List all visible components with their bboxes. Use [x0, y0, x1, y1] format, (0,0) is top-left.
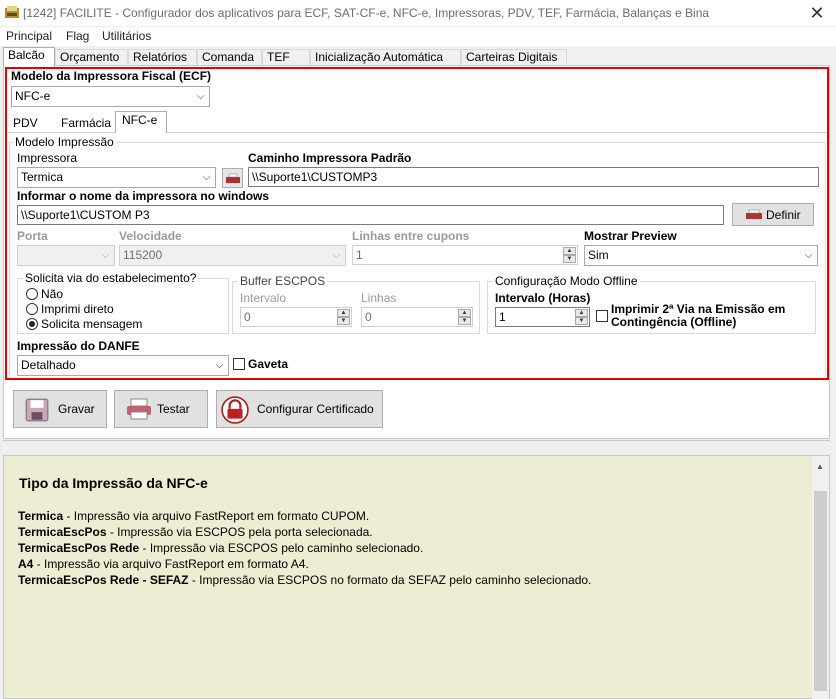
subtab-nfce[interactable]: NFC-e — [115, 111, 167, 133]
gravar-button[interactable]: Gravar — [13, 390, 107, 428]
testar-label: Testar — [157, 402, 190, 416]
scroll-up-icon[interactable]: ▲ — [816, 462, 824, 471]
tab-relatorios[interactable]: Relatórios — [128, 49, 197, 66]
close-icon[interactable]: ✕ — [802, 2, 832, 24]
tab-balcao[interactable]: Balcão — [3, 47, 55, 67]
info-line: A4 - Impressão via arquivo FastReport em… — [18, 557, 309, 571]
certificado-label: Configurar Certificado — [257, 402, 374, 416]
tab-carteiras[interactable]: Carteiras Digitais — [461, 49, 567, 66]
tab-inicializacao[interactable]: Inicialização Automática — [310, 49, 461, 66]
info-line: Termica - Impressão via arquivo FastRepo… — [18, 509, 370, 523]
app-icon — [5, 6, 19, 18]
lock-icon — [221, 396, 249, 424]
menu-flag[interactable]: Flag — [66, 29, 89, 43]
tab-orcamento[interactable]: Orçamento — [55, 49, 128, 66]
menu-bar: Principal Flag Utilitários — [0, 27, 836, 46]
main-tabs: Balcão Orçamento Relatórios Comanda TEF … — [0, 47, 836, 67]
window-title: [1242] FACILITE - Configurador dos aplic… — [23, 6, 710, 20]
info-title: Tipo da Impressão da NFC-e — [19, 475, 208, 491]
tab-tef[interactable]: TEF — [262, 49, 310, 66]
menu-principal[interactable]: Principal — [6, 29, 52, 43]
info-line: TermicaEscPos Rede - SEFAZ - Impressão v… — [18, 573, 592, 587]
save-icon — [25, 398, 49, 422]
scroll-thumb[interactable] — [814, 491, 827, 691]
certificado-button[interactable]: Configurar Certificado — [216, 390, 383, 428]
info-scrollbar[interactable]: ▲ — [812, 456, 829, 699]
info-line: TermicaEscPos Rede - Impressão via ESCPO… — [18, 541, 424, 555]
testar-button[interactable]: Testar — [114, 390, 208, 428]
menu-utilitarios[interactable]: Utilitários — [102, 29, 151, 43]
info-line: TermicaEscPos - Impressão via ESCPOS pel… — [18, 525, 373, 539]
section-divider — [3, 440, 830, 441]
printer-icon — [127, 398, 151, 420]
tab-comanda[interactable]: Comanda — [197, 49, 262, 66]
gravar-label: Gravar — [58, 402, 95, 416]
title-bar: [1242] FACILITE - Configurador dos aplic… — [0, 0, 836, 26]
